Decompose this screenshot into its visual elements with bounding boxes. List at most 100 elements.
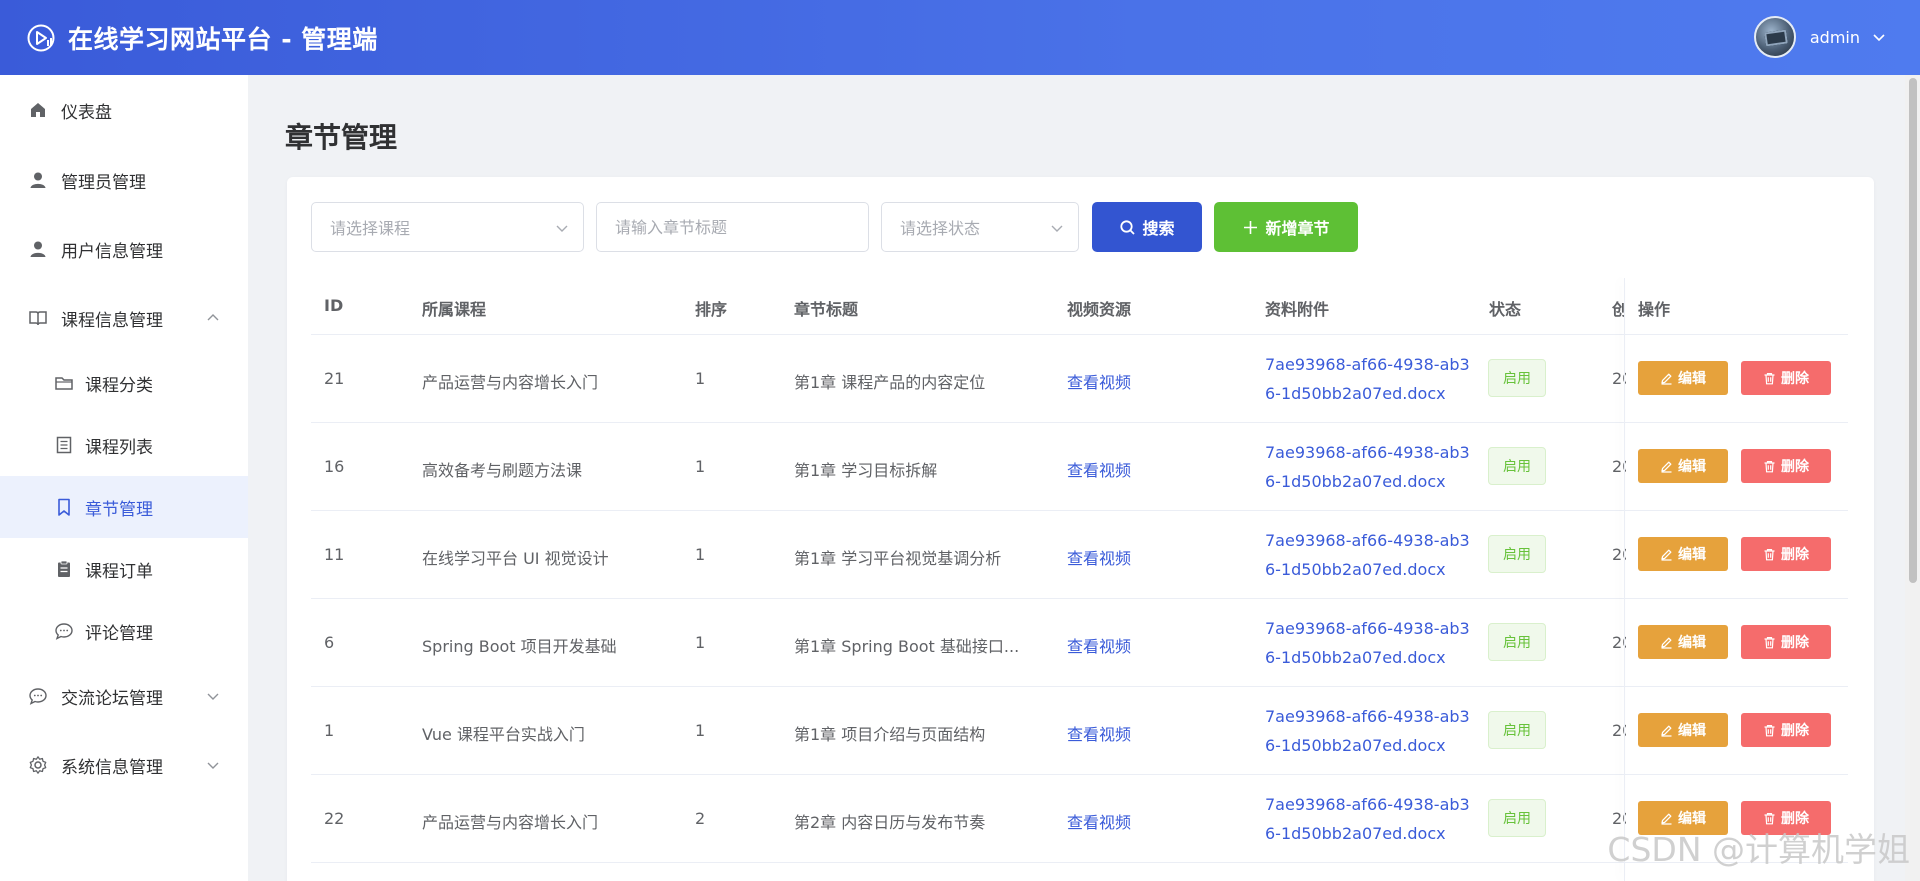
sidebar-item-chapters[interactable]: 章节管理 [0, 476, 248, 538]
page-title: 章节管理 [285, 121, 398, 154]
attachment-link[interactable]: 7ae93968-af66-4938-ab36-1d50bb2a07ed.doc… [1265, 702, 1470, 760]
status-select[interactable]: 请选择状态 [881, 202, 1079, 252]
chapter-title-input[interactable] [615, 217, 868, 237]
edit-icon [1661, 549, 1672, 561]
username[interactable]: admin [1810, 28, 1860, 47]
cell-course: 在线学习平台 UI 视觉设计 [422, 549, 609, 568]
search-button-label: 搜索 [1142, 219, 1175, 238]
sidebar-item-label: 章节管理 [85, 499, 153, 520]
delete-button[interactable]: 删除 [1741, 537, 1831, 571]
scrollbar-thumb[interactable] [1909, 78, 1917, 583]
delete-button-label: 删除 [1781, 459, 1809, 475]
edit-button[interactable]: 编辑 [1638, 537, 1728, 571]
cell-order: 1 [695, 545, 706, 564]
status-select-placeholder: 请选择状态 [900, 219, 981, 238]
edit-button[interactable]: 编辑 [1638, 713, 1728, 747]
chevron-down-icon[interactable] [1872, 30, 1886, 44]
trash-icon [1764, 636, 1775, 648]
chapter-title-input-wrap [596, 202, 869, 252]
bookmark-icon [58, 498, 70, 516]
user-menu[interactable]: admin [1753, 16, 1886, 58]
watermark: CSDN @计算机学姐 [1607, 830, 1910, 869]
sidebar-item-label: 评论管理 [85, 623, 153, 644]
trash-icon [1764, 724, 1775, 736]
cell-order: 1 [695, 457, 706, 476]
delete-button[interactable]: 删除 [1741, 449, 1831, 483]
cell-id: 6 [324, 633, 335, 652]
list-icon [56, 436, 72, 454]
cell-chapter-title: 第2章 内容日历与发布节奏 [794, 813, 986, 832]
delete-button-label: 删除 [1781, 547, 1809, 563]
cell-course: 产品运营与内容增长入门 [422, 373, 599, 392]
attachment-link[interactable]: 7ae93968-af66-4938-ab36-1d50bb2a07ed.doc… [1265, 790, 1470, 848]
attachment-link[interactable]: 7ae93968-af66-4938-ab36-1d50bb2a07ed.doc… [1265, 526, 1470, 584]
sidebar-item-system[interactable]: 系统信息管理 [0, 734, 248, 796]
sidebar-item-dashboard[interactable]: 仪表盘 [0, 79, 248, 141]
attachment-link[interactable]: 7ae93968-af66-4938-ab36-1d50bb2a07ed.doc… [1265, 438, 1470, 496]
edit-icon [1661, 637, 1672, 649]
cell-id: 1 [324, 721, 335, 740]
cell-course: 产品运营与内容增长入门 [422, 813, 599, 832]
delete-button[interactable]: 删除 [1741, 625, 1831, 659]
avatar[interactable] [1753, 16, 1796, 58]
sidebar-item-admins[interactable]: 管理员管理 [0, 149, 248, 211]
view-video-link[interactable]: 查看视频 [1067, 457, 1131, 481]
edit-icon [1661, 725, 1672, 737]
sidebar-item-users[interactable]: 用户信息管理 [0, 218, 248, 280]
sidebar-item-course-list[interactable]: 课程列表 [0, 414, 248, 476]
delete-button-label: 删除 [1781, 635, 1809, 651]
trash-icon [1764, 548, 1775, 560]
cell-id: 11 [324, 545, 345, 564]
edit-icon [1661, 461, 1672, 473]
user-icon [30, 172, 46, 188]
sidebar-item-course-category[interactable]: 课程分类 [0, 352, 248, 414]
view-video-link[interactable]: 查看视频 [1067, 809, 1131, 833]
attachment-link[interactable]: 7ae93968-af66-4938-ab36-1d50bb2a07ed.doc… [1265, 350, 1470, 408]
cell-id: 22 [324, 809, 345, 828]
status-badge: 启用 [1488, 535, 1546, 573]
cell-course: Vue 课程平台实战入门 [422, 725, 585, 744]
sidebar-item-label: 系统信息管理 [61, 757, 163, 778]
sidebar-item-forum[interactable]: 交流论坛管理 [0, 665, 248, 727]
view-video-link[interactable]: 查看视频 [1067, 633, 1131, 657]
edit-button-label: 编辑 [1678, 635, 1706, 651]
view-video-link[interactable]: 查看视频 [1067, 369, 1131, 393]
book-icon [29, 311, 47, 326]
delete-button[interactable]: 删除 [1741, 713, 1831, 747]
sidebar-item-label: 课程分类 [85, 375, 153, 396]
gear-icon [29, 756, 47, 774]
clipboard-icon [58, 560, 70, 577]
sidebar-item-label: 课程订单 [85, 561, 153, 582]
attachment-link[interactable]: 7ae93968-af66-4938-ab36-1d50bb2a07ed.doc… [1265, 614, 1470, 672]
column-header-course: 所属课程 [422, 300, 487, 319]
cell-order: 1 [695, 721, 706, 740]
sidebar-item-courses[interactable]: 课程信息管理 [0, 287, 248, 349]
course-select[interactable]: 请选择课程 [311, 202, 584, 252]
search-button[interactable]: 搜索 [1092, 202, 1202, 252]
trash-icon [1764, 460, 1775, 472]
status-badge: 启用 [1488, 359, 1546, 397]
table-row: 11 在线学习平台 UI 视觉设计 1 第1章 学习平台视觉基调分析 查看视频 7ae93… [311, 511, 1848, 599]
add-chapter-button[interactable]: 新增章节 [1214, 202, 1358, 252]
status-badge: 启用 [1488, 711, 1546, 749]
column-header-video: 视频资源 [1067, 300, 1132, 319]
chevron-down-icon [556, 225, 568, 232]
view-video-link[interactable]: 查看视频 [1067, 545, 1131, 569]
cell-order: 1 [695, 633, 706, 652]
sidebar-item-label: 用户信息管理 [61, 241, 163, 262]
status-badge: 启用 [1488, 623, 1546, 661]
edit-button[interactable]: 编辑 [1638, 361, 1728, 395]
table-row: 16 高效备考与刷题方法课 1 第1章 学习目标拆解 查看视频 7ae93968-af66… [311, 423, 1848, 511]
status-badge: 启用 [1488, 447, 1546, 485]
sidebar-item-comments[interactable]: 评论管理 [0, 600, 248, 662]
edit-button[interactable]: 编辑 [1638, 449, 1728, 483]
plus-icon [1244, 220, 1258, 234]
cell-order: 1 [695, 369, 706, 388]
edit-button[interactable]: 编辑 [1638, 625, 1728, 659]
view-video-link[interactable]: 查看视频 [1067, 721, 1131, 745]
table-row: 1 Vue 课程平台实战入门 1 第1章 项目介绍与页面结构 查看视频 7ae93968-… [311, 687, 1848, 775]
delete-button[interactable]: 删除 [1741, 361, 1831, 395]
cell-order: 2 [695, 809, 706, 828]
sidebar-item-orders[interactable]: 课程订单 [0, 538, 248, 600]
top-header: 在线学习网站平台 - 管理端 admin [0, 0, 1920, 75]
